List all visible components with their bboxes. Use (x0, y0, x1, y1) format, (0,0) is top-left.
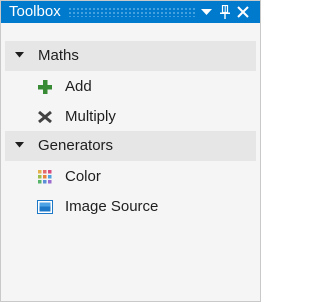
collapse-arrow-icon[interactable] (15, 142, 24, 148)
drag-grip[interactable] (68, 7, 197, 17)
dropdown-arrow-icon[interactable] (198, 4, 214, 20)
toolbox-item-add[interactable]: Add (5, 72, 256, 102)
group-header-generators[interactable]: Generators (5, 131, 256, 161)
toolbox-item-color[interactable]: Color (5, 162, 256, 192)
pin-icon[interactable] (217, 4, 233, 20)
group-label: Maths (38, 47, 79, 64)
toolbox-panel: Toolbox Maths Add Multiply Generators Co… (0, 0, 261, 302)
multiply-icon (38, 110, 52, 124)
title-bar[interactable]: Toolbox (1, 1, 260, 23)
toolbox-content: Maths Add Multiply Generators Color Imag… (1, 23, 260, 301)
group-label: Generators (38, 137, 114, 154)
group-header-maths[interactable]: Maths (5, 41, 256, 71)
item-label: Image Source (65, 198, 159, 215)
panel-title: Toolbox (9, 3, 61, 20)
item-label: Color (65, 168, 101, 185)
item-label: Multiply (65, 108, 116, 125)
toolbox-item-multiply[interactable]: Multiply (5, 102, 256, 132)
close-icon[interactable] (235, 4, 251, 20)
plus-icon (38, 80, 52, 94)
image-icon (37, 200, 53, 214)
item-label: Add (65, 78, 92, 95)
color-palette-icon (38, 170, 52, 184)
collapse-arrow-icon[interactable] (15, 52, 24, 58)
toolbox-item-image-source[interactable]: Image Source (5, 192, 256, 222)
